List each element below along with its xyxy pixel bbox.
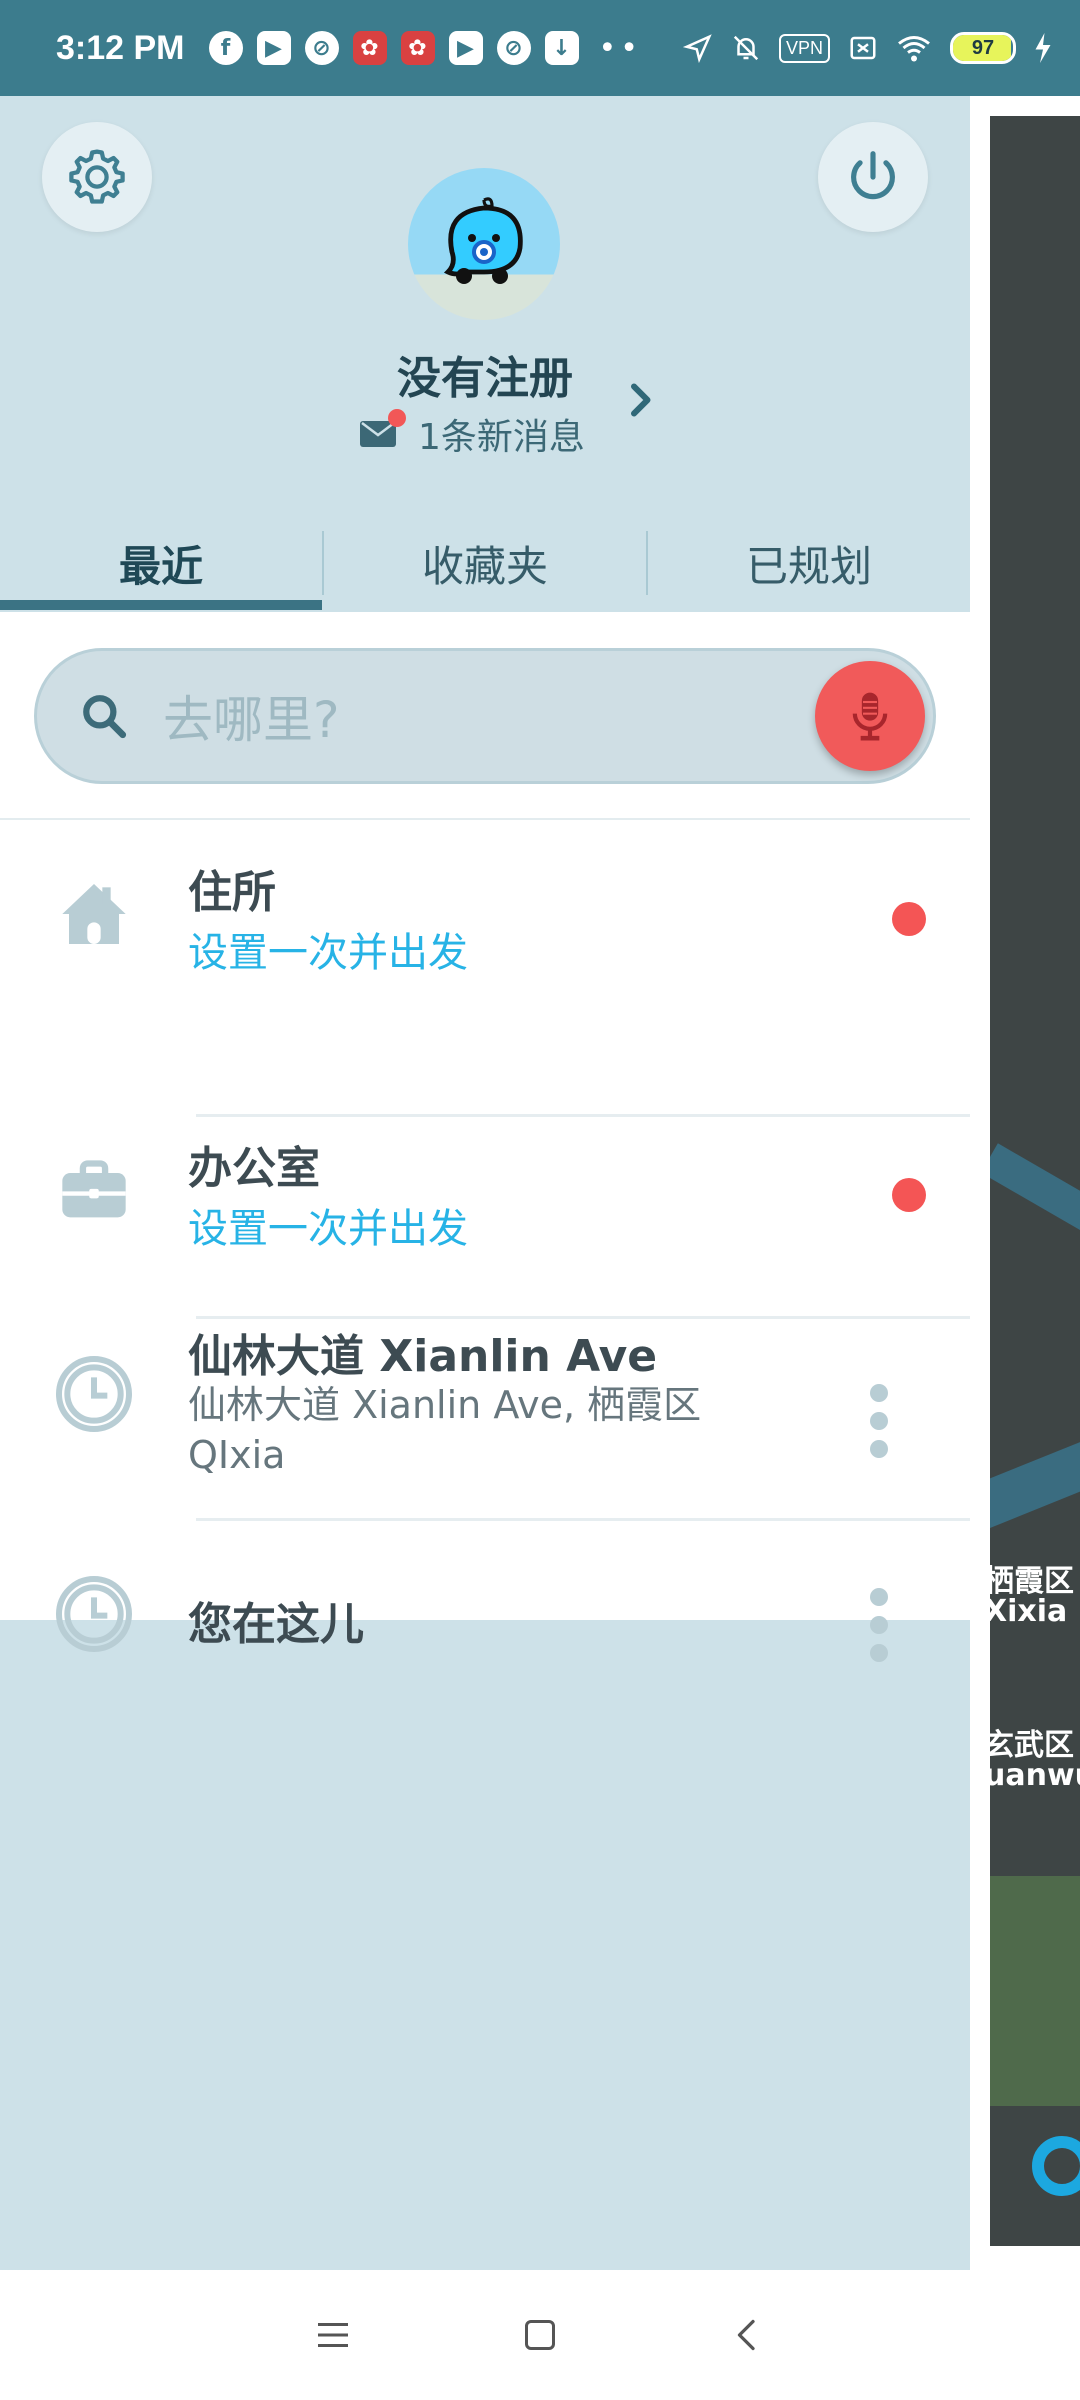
facebook-icon: f bbox=[208, 31, 243, 65]
map-label: Xixia bbox=[990, 1594, 1068, 1629]
home-icon bbox=[54, 874, 134, 954]
gear-icon bbox=[69, 149, 125, 204]
item-title: 住所 bbox=[188, 867, 276, 918]
briefcase-icon bbox=[54, 1152, 134, 1232]
item-address: 仙林大道 Xianlin Ave, 栖霞区 QIxia bbox=[188, 1383, 702, 1477]
more-options-icon[interactable] bbox=[870, 1384, 890, 1458]
sim-icon bbox=[850, 36, 876, 60]
divider bbox=[196, 1518, 970, 1521]
alert-dot bbox=[892, 902, 926, 936]
tab-favorites[interactable]: 收藏夹 bbox=[324, 516, 646, 610]
map-label: uanwu bbox=[990, 1758, 1080, 1793]
user-name[interactable]: 没有注册 bbox=[0, 342, 970, 406]
recent-panel: 去哪里? 住所 设置一次并出发 办公室 设置一次并出发 仙林大道 Xianlin… bbox=[0, 612, 970, 1662]
settings-button[interactable] bbox=[42, 122, 152, 232]
clock-icon bbox=[54, 1574, 134, 1654]
item-subtitle[interactable]: 设置一次并出发 bbox=[188, 920, 468, 978]
download-icon: ↓ bbox=[544, 31, 579, 65]
tab-bar: 最近 收藏夹 已规划 bbox=[0, 516, 970, 610]
map-location-button[interactable] bbox=[1032, 2136, 1080, 2196]
mail-icon bbox=[360, 409, 406, 447]
vpn-icon: VPN bbox=[778, 33, 830, 63]
messages-link[interactable]: 1条新消息 bbox=[360, 408, 585, 460]
map-river bbox=[990, 1427, 1080, 1531]
list-item-current-location[interactable]: 您在这儿 bbox=[0, 1522, 970, 1722]
tab-recent[interactable]: 最近 bbox=[0, 516, 322, 610]
avatar[interactable] bbox=[408, 168, 560, 320]
map-view[interactable]: 栖霞区 Xixia 玄武区 uanwu bbox=[990, 116, 1080, 2246]
waze-mascot-icon bbox=[443, 197, 523, 284]
system-nav-bar bbox=[0, 2270, 1080, 2400]
drawer-header: 没有注册 1条新消息 bbox=[0, 96, 970, 526]
youtube-icon: ▶ bbox=[256, 31, 291, 65]
unread-dot bbox=[388, 409, 406, 427]
system-icons: VPN 97 bbox=[682, 32, 1052, 64]
search-bar[interactable]: 去哪里? bbox=[34, 648, 936, 784]
app-notification-icon: ⊘ bbox=[304, 31, 339, 65]
item-subtitle[interactable]: 设置一次并出发 bbox=[188, 1196, 468, 1254]
status-time: 3:12 PM bbox=[56, 28, 185, 67]
search-icon bbox=[83, 695, 127, 739]
menu-icon bbox=[318, 2323, 349, 2347]
clock-icon bbox=[54, 1354, 134, 1434]
list-item-recent[interactable]: 仙林大道 Xianlin Ave 仙林大道 Xianlin Ave, 栖霞区 Q… bbox=[0, 1320, 970, 1520]
app-notification-icon-2: ⊘ bbox=[496, 31, 531, 65]
microphone-icon bbox=[852, 692, 888, 741]
app-red-icon: ✿ bbox=[352, 31, 387, 65]
new-messages-text: 1条新消息 bbox=[418, 417, 585, 458]
search-input[interactable]: 去哪里? bbox=[163, 680, 340, 752]
status-bar: 3:12 PM f ▶ ⊘ ✿ ✿ ▶ ⊘ ↓ •• VPN 97 bbox=[0, 0, 1080, 96]
notification-icons: f ▶ ⊘ ✿ ✿ ▶ ⊘ ↓ •• bbox=[208, 30, 642, 66]
power-icon bbox=[851, 151, 895, 200]
map-river bbox=[990, 1143, 1080, 1243]
back-arrow-icon bbox=[737, 2319, 755, 2351]
side-drawer: 没有注册 1条新消息 最近 收藏夹 已规划 去哪里? 住所 设置一次并出发 办公… bbox=[0, 96, 970, 2270]
square-icon bbox=[524, 2320, 555, 2350]
charging-icon bbox=[1035, 33, 1051, 63]
item-title: 仙林大道 Xianlin Ave bbox=[188, 1331, 658, 1382]
recents-button[interactable] bbox=[303, 2305, 363, 2365]
location-icon bbox=[682, 34, 712, 63]
battery-icon: 97 bbox=[950, 32, 1016, 64]
divider bbox=[196, 1316, 970, 1319]
battery-percent: 97 bbox=[971, 36, 995, 59]
list-item-home[interactable]: 住所 设置一次并出发 bbox=[0, 820, 970, 1020]
wifi-icon bbox=[898, 36, 930, 62]
divider bbox=[196, 1114, 970, 1117]
alert-dot bbox=[892, 1178, 926, 1212]
item-title: 办公室 bbox=[188, 1143, 320, 1194]
mute-bell-icon bbox=[733, 35, 759, 61]
more-options-icon[interactable] bbox=[870, 1588, 890, 1662]
more-notifications-icon: •• bbox=[598, 30, 642, 66]
item-title: 您在这儿 bbox=[188, 1599, 364, 1650]
voice-search-button[interactable] bbox=[815, 661, 925, 771]
chevron-right-icon[interactable] bbox=[622, 382, 658, 418]
map-park bbox=[990, 1876, 1080, 2106]
home-button[interactable] bbox=[510, 2305, 570, 2365]
app-red-icon-2: ✿ bbox=[400, 31, 435, 65]
youtube-icon-2: ▶ bbox=[448, 31, 483, 65]
tab-planned[interactable]: 已规划 bbox=[648, 516, 970, 610]
power-button[interactable] bbox=[818, 122, 928, 232]
list-item-office[interactable]: 办公室 设置一次并出发 bbox=[0, 1118, 970, 1318]
back-button[interactable] bbox=[717, 2305, 777, 2365]
